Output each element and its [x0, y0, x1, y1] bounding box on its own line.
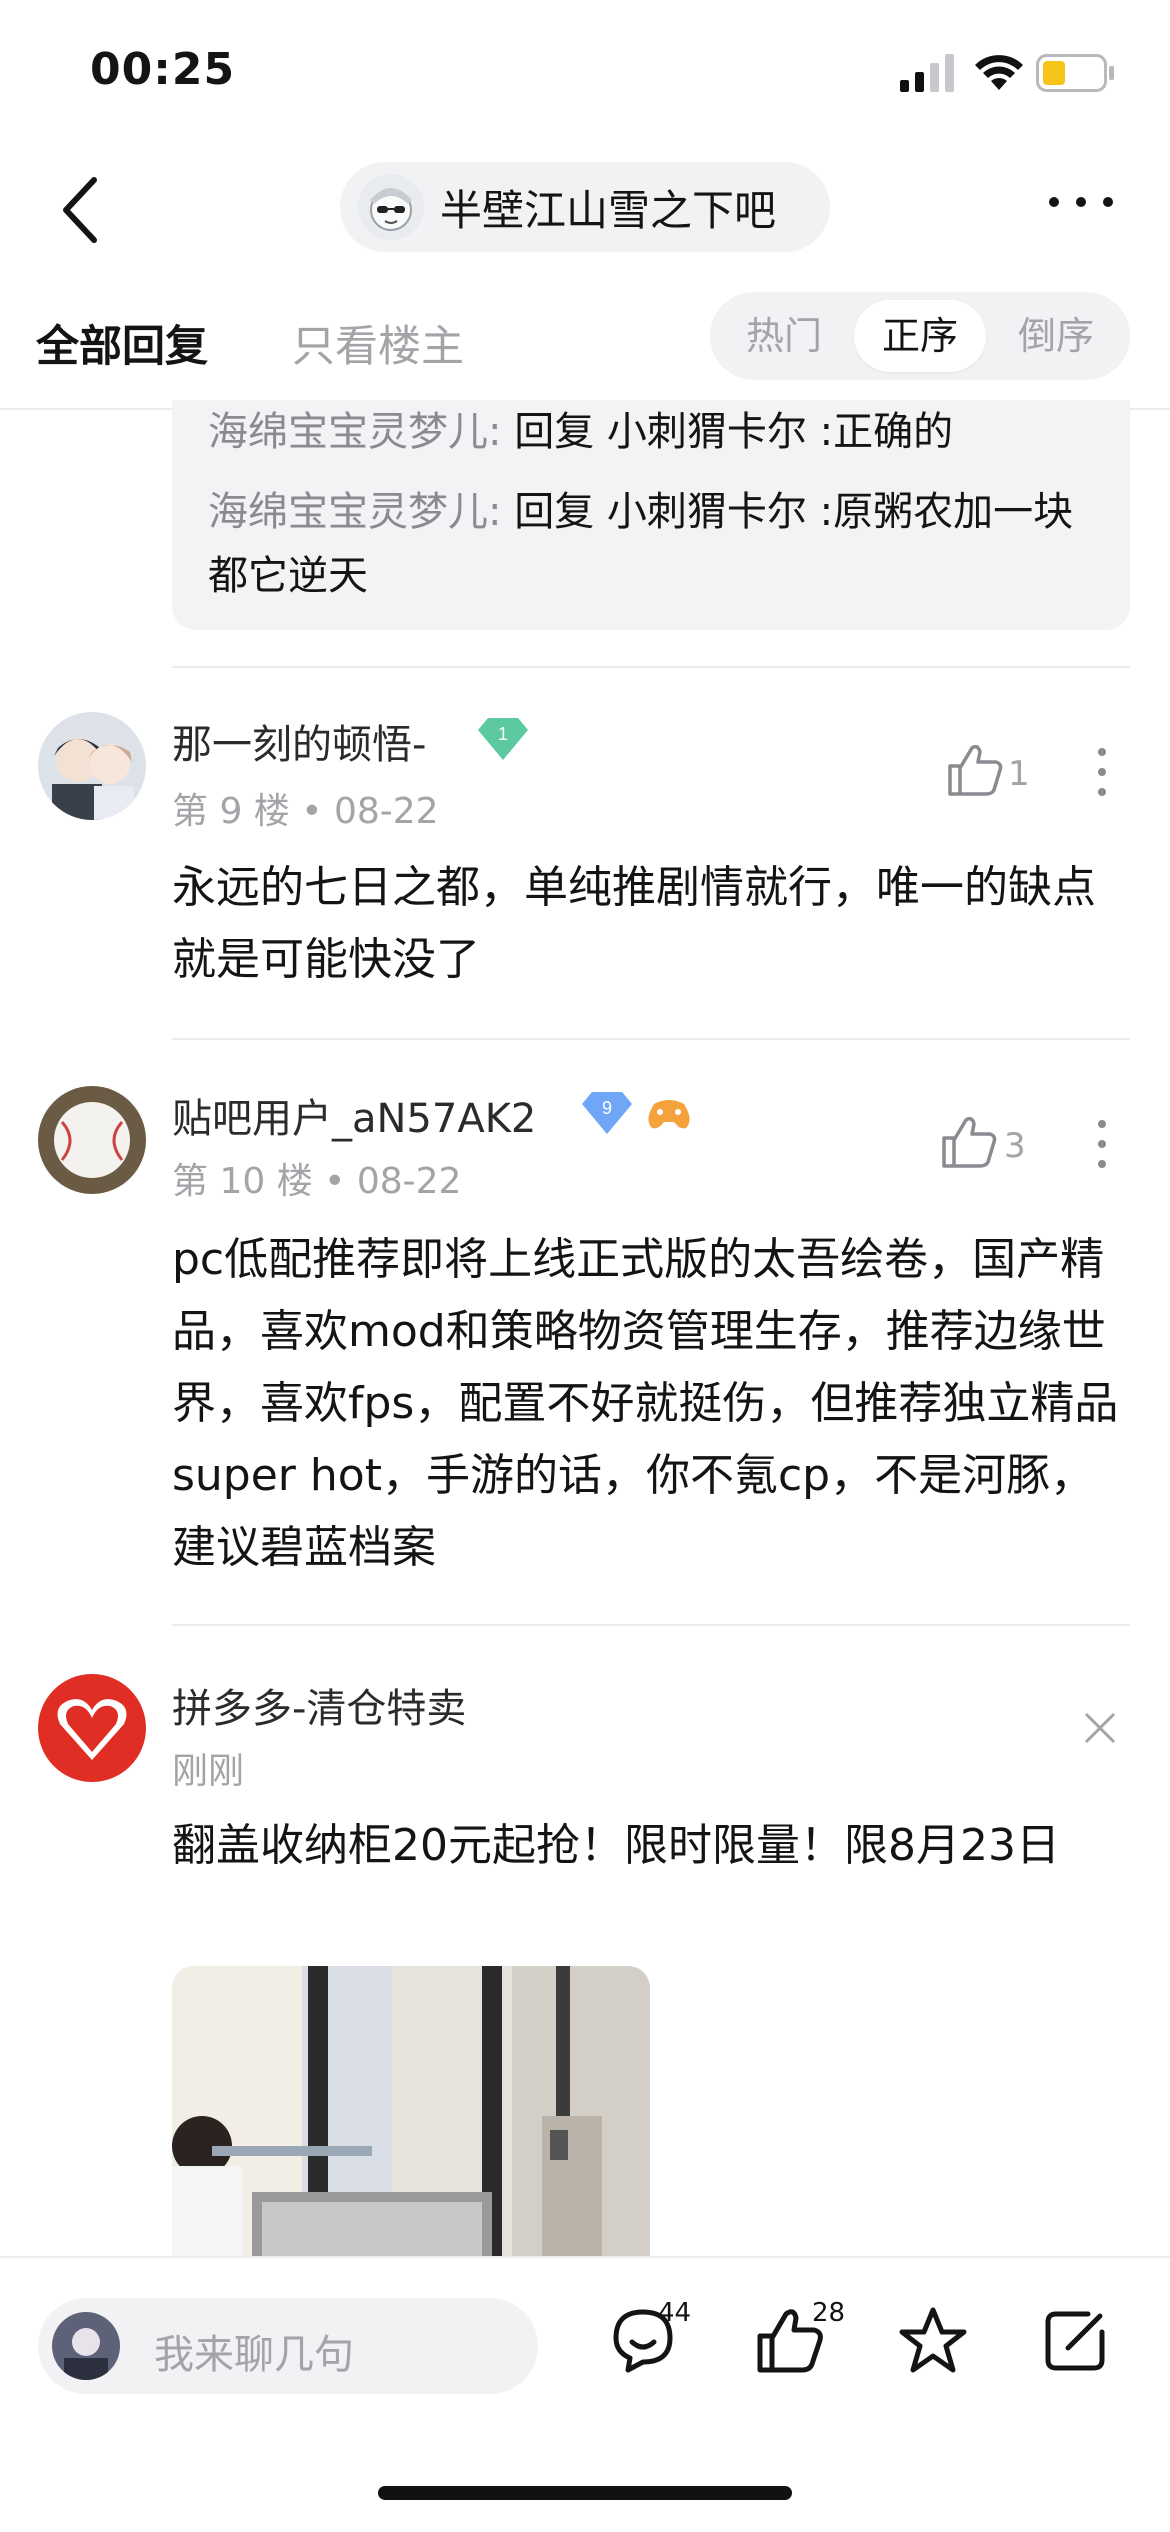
post-content: pc低配推荐即将上线正式版的太吾绘卷，国产精品，喜欢mod和策略物资管理生存，推… — [172, 1234, 1119, 1573]
sub-reply-user[interactable]: 海绵宝宝灵梦儿: — [208, 409, 501, 455]
sort-desc[interactable]: 倒序 — [990, 300, 1122, 372]
comments-count: 44 — [658, 2298, 692, 2328]
wifi-icon — [975, 55, 1023, 90]
tab-op-only[interactable]: 只看楼主 — [292, 312, 464, 374]
reply-input[interactable]: 我来聊几句 — [38, 2298, 538, 2394]
post-meta: 第 10 楼 • 08-22 — [172, 1152, 461, 1204]
forum-title-pill[interactable]: 半壁江山雪之下吧 — [340, 162, 830, 252]
sort-asc[interactable]: 正序 — [854, 300, 986, 372]
sub-reply[interactable]: 海绵宝宝灵梦儿: 回复 小刺猬卡尔 :原粥农加一块都它逆天 — [208, 480, 1108, 608]
post-date: 08-22 — [356, 1161, 462, 1202]
star-icon[interactable] — [896, 2304, 970, 2378]
gamepad-icon — [648, 1100, 690, 1129]
nav-bar: 半壁江山雪之下吧 — [0, 150, 1170, 270]
forum-name: 半壁江山雪之下吧 — [440, 185, 777, 235]
sort-toggle: 热门 正序 倒序 — [710, 292, 1130, 380]
divider — [172, 666, 1130, 668]
sort-hot[interactable]: 热门 — [718, 300, 850, 372]
like-count: 3 — [1004, 1126, 1026, 1166]
username[interactable]: 那一刻的顿悟- — [172, 712, 426, 770]
post-content: 永远的七日之都，单纯推剧情就行，唯一的缺点就是可能快没了 — [172, 862, 1096, 985]
sub-replies-box[interactable]: 海绵宝宝灵梦儿: 回复 小刺猬卡尔 :正确的 海绵宝宝灵梦儿: 回复 小刺猬卡尔… — [172, 400, 1130, 630]
advertiser-name[interactable]: 拼多多-清仓特卖 — [172, 1676, 466, 1734]
home-indicator[interactable] — [378, 2486, 792, 2500]
post-more-icon[interactable] — [1092, 1116, 1112, 1172]
ad-image[interactable] — [172, 1966, 650, 2256]
sub-reply-text: 回复 小刺猬卡尔 :正确的 — [501, 409, 954, 455]
meta-dot: • — [324, 1161, 346, 1202]
more-dots-icon[interactable] — [1046, 190, 1116, 214]
meta-dot: • — [301, 791, 323, 832]
avatar[interactable] — [38, 712, 146, 820]
like-count: 1 — [1008, 754, 1030, 794]
username[interactable]: 贴吧用户_aN57AK2 — [172, 1086, 536, 1144]
advertiser-logo[interactable] — [38, 1674, 146, 1782]
status-time: 00:25 — [90, 44, 236, 95]
divider — [172, 1624, 1130, 1626]
reply-placeholder: 我来聊几句 — [154, 2332, 354, 2378]
signal-icon — [900, 54, 954, 92]
tab-all-replies[interactable]: 全部回复 — [36, 312, 208, 374]
level-number: 9 — [602, 1098, 612, 1118]
status-bar: 00:25 — [0, 0, 1170, 150]
user-avatar — [52, 2312, 120, 2380]
close-icon[interactable] — [1080, 1708, 1120, 1748]
ad-time: 刚刚 — [172, 1751, 245, 1792]
floor-number: 第 10 楼 — [172, 1161, 313, 1202]
forum-avatar — [358, 174, 424, 240]
likes-count: 28 — [812, 2298, 846, 2328]
battery-icon — [1036, 54, 1114, 92]
floor-number: 第 9 楼 — [172, 791, 290, 832]
post-more-icon[interactable] — [1092, 744, 1112, 800]
chevron-left-icon[interactable] — [56, 174, 106, 246]
avatar[interactable] — [38, 1086, 146, 1194]
sub-reply[interactable]: 海绵宝宝灵梦儿: 回复 小刺猬卡尔 :正确的 — [208, 400, 1108, 464]
ad-text: 翻盖收纳柜20元起抢！限时限量！限8月23日 — [172, 1820, 1060, 1871]
level-badge-icon: 1 — [478, 718, 528, 760]
divider — [172, 1038, 1130, 1040]
level-number: 1 — [498, 724, 508, 744]
reply-tabs: 全部回复 只看楼主 热门 正序 倒序 — [0, 280, 1170, 410]
level-badge-icon: 9 — [582, 1092, 632, 1134]
post-date: 08-22 — [333, 791, 439, 832]
share-icon[interactable] — [1038, 2304, 1112, 2378]
sub-reply-user[interactable]: 海绵宝宝灵梦儿: — [208, 489, 501, 535]
post-meta: 第 9 楼 • 08-22 — [172, 782, 439, 834]
